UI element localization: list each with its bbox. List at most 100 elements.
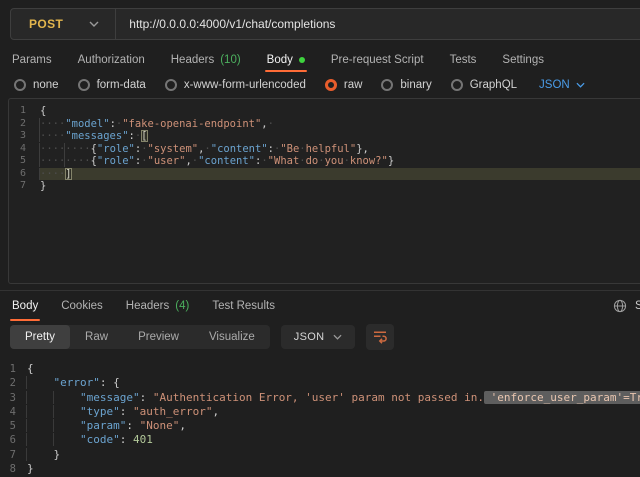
tab-headers[interactable]: Headers (10) (171, 47, 241, 72)
body-type-label: GraphQL (470, 79, 517, 91)
tab-label: Cookies (61, 300, 103, 312)
tab-cookies[interactable]: Cookies (61, 291, 103, 321)
raw-language-label: JSON (539, 79, 570, 91)
response-tabs: Body Cookies Headers(4) Test Results S (0, 291, 640, 321)
body-type-none[interactable]: none (14, 79, 59, 91)
code-line: 3····"messages":·[ (9, 130, 640, 143)
body-type-label: raw (344, 79, 363, 91)
body-type-x-www-form-urlencoded[interactable]: x-www-form-urlencoded (165, 79, 306, 91)
body-type-graphql[interactable]: GraphQL (451, 79, 517, 91)
line-content: ····"model":·"fake-openai-endpoint",· (40, 118, 640, 131)
view-raw-button[interactable]: Raw (70, 325, 123, 349)
tab-label: Settings (502, 54, 544, 66)
line-content: "code": 401 (27, 433, 640, 447)
tab-label: Test Results (212, 300, 275, 312)
line-number: 4 (9, 143, 40, 156)
tab-params[interactable]: Params (12, 47, 52, 72)
code-line: 5········{"role":·"user",·"content":·"Wh… (9, 155, 640, 168)
method-selector[interactable]: POST (11, 17, 63, 31)
code-line: 5 "param": "None", (0, 419, 640, 433)
line-number: 7 (9, 180, 40, 193)
body-modified-dot-icon (299, 57, 305, 63)
tab-body[interactable]: Body (267, 47, 305, 72)
line-number: 7 (0, 448, 27, 462)
request-body-editor[interactable]: 1{2····"model":·"fake-openai-endpoint",·… (8, 98, 640, 284)
radio-icon (165, 79, 177, 91)
line-number: 6 (9, 168, 40, 181)
line-number: 5 (0, 419, 27, 433)
tab-label: Pre-request Script (331, 54, 424, 66)
tab-label: Body (12, 300, 38, 312)
radio-selected-icon (325, 79, 337, 91)
code-line: 7} (9, 180, 640, 193)
line-content: "error": { (27, 376, 640, 390)
wrap-text-button[interactable] (366, 324, 394, 350)
line-content: } (40, 180, 640, 193)
chevron-down-icon (333, 334, 342, 340)
code-line: 6····] (9, 168, 640, 181)
line-number: 3 (9, 130, 40, 143)
code-line: 6 "code": 401 (0, 433, 640, 447)
line-content: } (27, 448, 640, 462)
request-tabs: Params Authorization Headers (10) Body Pre-re… (0, 47, 640, 72)
response-body-viewer[interactable]: 1{2 "error": {3 "message": "Authenticati… (0, 357, 640, 476)
line-number: 3 (0, 391, 27, 405)
response-view-toolbar: PrettyRawPreviewVisualize JSON (0, 321, 640, 357)
line-content: } (27, 462, 640, 476)
line-number: 2 (9, 118, 40, 131)
line-content: ····] (40, 168, 640, 181)
view-visualize-button[interactable]: Visualize (194, 325, 270, 349)
tab-authorization[interactable]: Authorization (78, 47, 145, 72)
status-text-clipped: S (635, 300, 640, 312)
tab-label: Headers (126, 300, 169, 312)
code-line: 1{ (9, 105, 640, 118)
response-format-label: JSON (294, 331, 325, 343)
tab-label: Params (12, 54, 52, 66)
line-content: ········{"role":·"user",·"content":·"Wha… (40, 155, 640, 168)
body-type-raw[interactable]: raw (325, 79, 363, 91)
tab-count-badge: (10) (220, 54, 240, 66)
response-format-dropdown[interactable]: JSON (281, 325, 356, 349)
url-input-container: POST http://0.0.0.0:4000/v1/chat/complet… (10, 8, 640, 40)
tab-body[interactable]: Body (12, 291, 38, 321)
url-field[interactable]: http://0.0.0.0:4000/v1/chat/completions (116, 17, 335, 31)
tab-label: Authorization (78, 54, 145, 66)
code-line: 7 } (0, 448, 640, 462)
line-content: ····"messages":·[ (40, 130, 640, 143)
body-type-binary[interactable]: binary (381, 79, 431, 91)
line-number: 4 (0, 405, 27, 419)
view-preview-button[interactable]: Preview (123, 325, 194, 349)
line-content: { (40, 105, 640, 118)
line-number: 1 (9, 105, 40, 118)
tab-label: Body (267, 54, 293, 66)
chevron-down-icon (576, 82, 585, 88)
code-line: 2 "error": { (0, 376, 640, 390)
text-selection: 'enforce_user_param'=True" (484, 391, 640, 404)
tab-pre-request-script[interactable]: Pre-request Script (331, 47, 424, 72)
body-type-label: form-data (97, 79, 146, 91)
code-line: 8} (0, 462, 640, 476)
line-number: 5 (9, 155, 40, 168)
radio-icon (78, 79, 90, 91)
code-line: 3 "message": "Authentication Error, 'use… (0, 391, 640, 405)
raw-language-dropdown[interactable]: JSON (539, 79, 585, 91)
body-type-label: binary (400, 79, 431, 91)
body-type-label: none (33, 79, 59, 91)
code-line: 4········{"role":·"system",·"content":·"… (9, 143, 640, 156)
tab-headers[interactable]: Headers(4) (126, 291, 190, 321)
view-pretty-button[interactable]: Pretty (10, 325, 70, 349)
line-content: "type": "auth_error", (27, 405, 640, 419)
line-number: 6 (0, 433, 27, 447)
radio-icon (381, 79, 393, 91)
tab-settings[interactable]: Settings (502, 47, 544, 72)
line-number: 8 (0, 462, 27, 476)
tab-test-results[interactable]: Test Results (212, 291, 275, 321)
body-type-selector-row: none form-data x-www-form-urlencoded raw bin… (0, 72, 640, 98)
chevron-down-icon[interactable] (89, 21, 99, 27)
wrap-text-icon (373, 330, 387, 344)
line-content: "param": "None", (27, 419, 640, 433)
tab-label: Headers (171, 54, 214, 66)
body-type-form-data[interactable]: form-data (78, 79, 146, 91)
tab-tests[interactable]: Tests (450, 47, 477, 72)
globe-icon[interactable] (613, 299, 627, 313)
